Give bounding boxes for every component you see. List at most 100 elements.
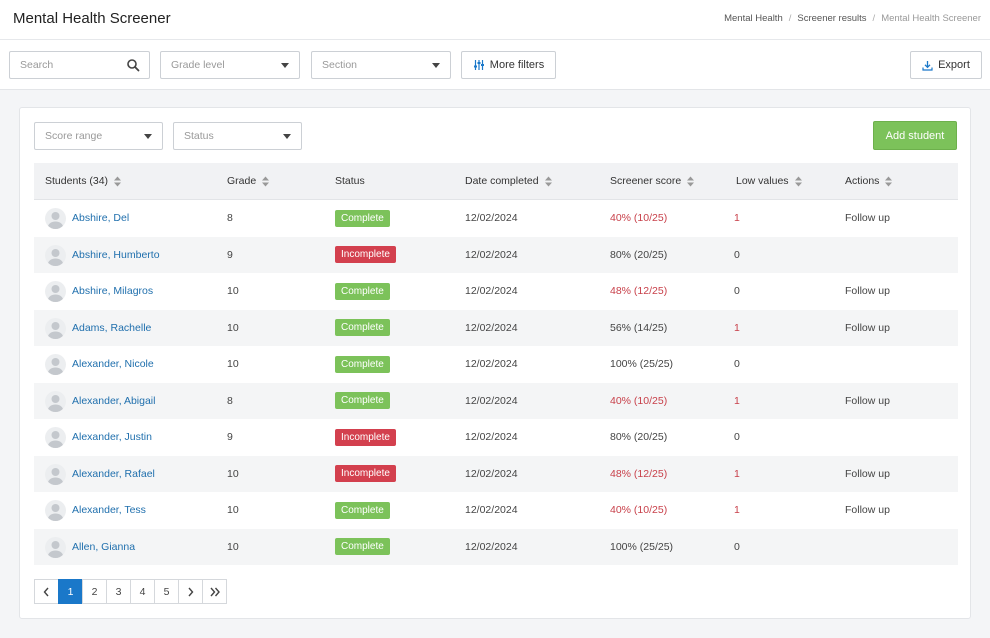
sort-icon: [687, 176, 695, 186]
pagination-last[interactable]: [202, 579, 227, 604]
avatar: [45, 317, 66, 339]
search-input[interactable]: Search: [9, 51, 150, 79]
more-filters-label: More filters: [489, 59, 545, 71]
pagination-page[interactable]: 4: [130, 579, 155, 604]
column-header-label: Grade: [227, 175, 257, 187]
follow-up-action[interactable]: Follow up: [845, 468, 890, 480]
student-name-link[interactable]: Alexander, Abigail: [72, 395, 155, 407]
user-avatar-icon: [47, 285, 64, 302]
low-values-count: 0: [734, 358, 740, 371]
grade-value: 8: [227, 212, 233, 225]
follow-up-action[interactable]: Follow up: [845, 285, 890, 297]
table-row: Alexander, Justin 9 Incomplete 12/02/2024 80…: [34, 419, 958, 456]
user-avatar-icon: [47, 321, 64, 339]
low-values-count: 1: [734, 321, 740, 334]
column-header-grade[interactable]: Grade: [227, 175, 270, 187]
page-title: Mental Health Screener: [13, 10, 171, 27]
more-filters-button[interactable]: More filters: [461, 51, 556, 79]
grade-value: 8: [227, 394, 233, 407]
chevron-left-icon: [43, 587, 49, 596]
date-completed: 12/02/2024: [465, 285, 518, 298]
screener-score: 40% (10/25): [610, 394, 668, 407]
column-header-low-values[interactable]: Low values: [736, 175, 802, 187]
status-select[interactable]: Status: [173, 122, 302, 150]
grade-level-select[interactable]: Grade level: [160, 51, 300, 79]
column-header-label: Date completed: [465, 175, 539, 187]
student-name-link[interactable]: Alexander, Tess: [72, 504, 146, 516]
student-name-link[interactable]: Allen, Gianna: [72, 541, 135, 553]
table-row: Abshire, Del 8 Complete 12/02/2024 40% (10/2…: [34, 200, 958, 237]
user-avatar-icon: [47, 540, 64, 558]
follow-up-action[interactable]: Follow up: [845, 395, 890, 407]
student-name-link[interactable]: Alexander, Nicole: [72, 358, 154, 370]
student-name-link[interactable]: Abshire, Milagros: [72, 285, 153, 297]
pagination-prev[interactable]: [34, 579, 59, 604]
breadcrumb-item[interactable]: Screener results: [797, 13, 866, 24]
avatar: [45, 281, 66, 302]
status-badge: Complete: [335, 319, 390, 337]
pagination-page[interactable]: 1: [58, 579, 83, 604]
avatar: [45, 463, 66, 485]
date-completed: 12/02/2024: [465, 540, 518, 553]
follow-up-action[interactable]: Follow up: [845, 322, 890, 334]
screener-score: 40% (10/25): [610, 212, 668, 225]
student-name-link[interactable]: Alexander, Justin: [72, 431, 152, 443]
student-name-link[interactable]: Abshire, Del: [72, 212, 129, 224]
user-avatar-icon: [47, 394, 64, 412]
date-completed: 12/02/2024: [465, 212, 518, 225]
date-completed: 12/02/2024: [465, 358, 518, 371]
status-badge: Incomplete: [335, 428, 396, 446]
low-values-count: 1: [734, 394, 740, 407]
grade-value: 10: [227, 285, 239, 298]
avatar: [45, 427, 66, 448]
top-bar: Mental Health Screener Mental Health / S…: [0, 0, 990, 40]
screener-score: 48% (12/25): [610, 285, 668, 298]
results-card: Score range Status Add student Students …: [19, 107, 971, 619]
user-avatar-icon: [47, 431, 64, 448]
breadcrumb-separator: /: [788, 13, 792, 24]
breadcrumb-current: Mental Health Screener: [881, 13, 981, 24]
filter-bar: Search Grade level Section More filters …: [0, 40, 990, 90]
export-label: Export: [938, 59, 970, 71]
student-name-link[interactable]: Alexander, Rafael: [72, 468, 155, 480]
avatar: [45, 208, 66, 229]
search-placeholder: Search: [20, 59, 54, 71]
grade-value: 9: [227, 431, 233, 444]
pagination-page[interactable]: 2: [82, 579, 107, 604]
add-student-button[interactable]: Add student: [873, 121, 957, 150]
screener-score: 100% (25/25): [610, 358, 674, 371]
student-name-link[interactable]: Abshire, Humberto: [72, 249, 160, 261]
avatar: [45, 244, 66, 266]
table-row: Abshire, Milagros 10 Complete 12/02/2024 48%…: [34, 273, 958, 310]
breadcrumb-item[interactable]: Mental Health: [724, 13, 783, 24]
grade-value: 10: [227, 321, 239, 334]
column-header-students[interactable]: Students (34): [45, 175, 122, 187]
user-avatar-icon: [47, 248, 64, 266]
pagination-page[interactable]: 5: [154, 579, 179, 604]
screener-score: 100% (25/25): [610, 540, 674, 553]
status-badge: Incomplete: [335, 465, 396, 483]
column-header-label: Low values: [736, 175, 789, 187]
column-header-date[interactable]: Date completed: [465, 175, 552, 187]
grade-value: 10: [227, 540, 239, 553]
follow-up-action[interactable]: Follow up: [845, 504, 890, 516]
section-select[interactable]: Section: [311, 51, 451, 79]
table-row: Alexander, Tess 10 Complete 12/02/2024 40% (…: [34, 492, 958, 529]
user-avatar-icon: [47, 504, 64, 521]
avatar: [45, 390, 66, 412]
table-row: Alexander, Nicole 10 Complete 12/02/2024 100…: [34, 346, 958, 383]
column-header-actions[interactable]: Actions: [845, 175, 893, 187]
pagination-next[interactable]: [178, 579, 203, 604]
chevron-right-icon: [188, 587, 194, 596]
low-values-count: 0: [734, 248, 740, 261]
pagination-page[interactable]: 3: [106, 579, 131, 604]
table-row: Alexander, Rafael 10 Incomplete 12/02/2024 4…: [34, 455, 958, 492]
user-avatar-icon: [47, 212, 64, 229]
column-header-score[interactable]: Screener score: [610, 175, 695, 187]
follow-up-action[interactable]: Follow up: [845, 212, 890, 224]
sort-icon: [114, 176, 122, 186]
student-name-link[interactable]: Adams, Rachelle: [72, 322, 151, 334]
export-button[interactable]: Export: [910, 51, 982, 79]
score-range-select[interactable]: Score range: [34, 122, 163, 150]
screener-score: 80% (20/25): [610, 248, 668, 261]
